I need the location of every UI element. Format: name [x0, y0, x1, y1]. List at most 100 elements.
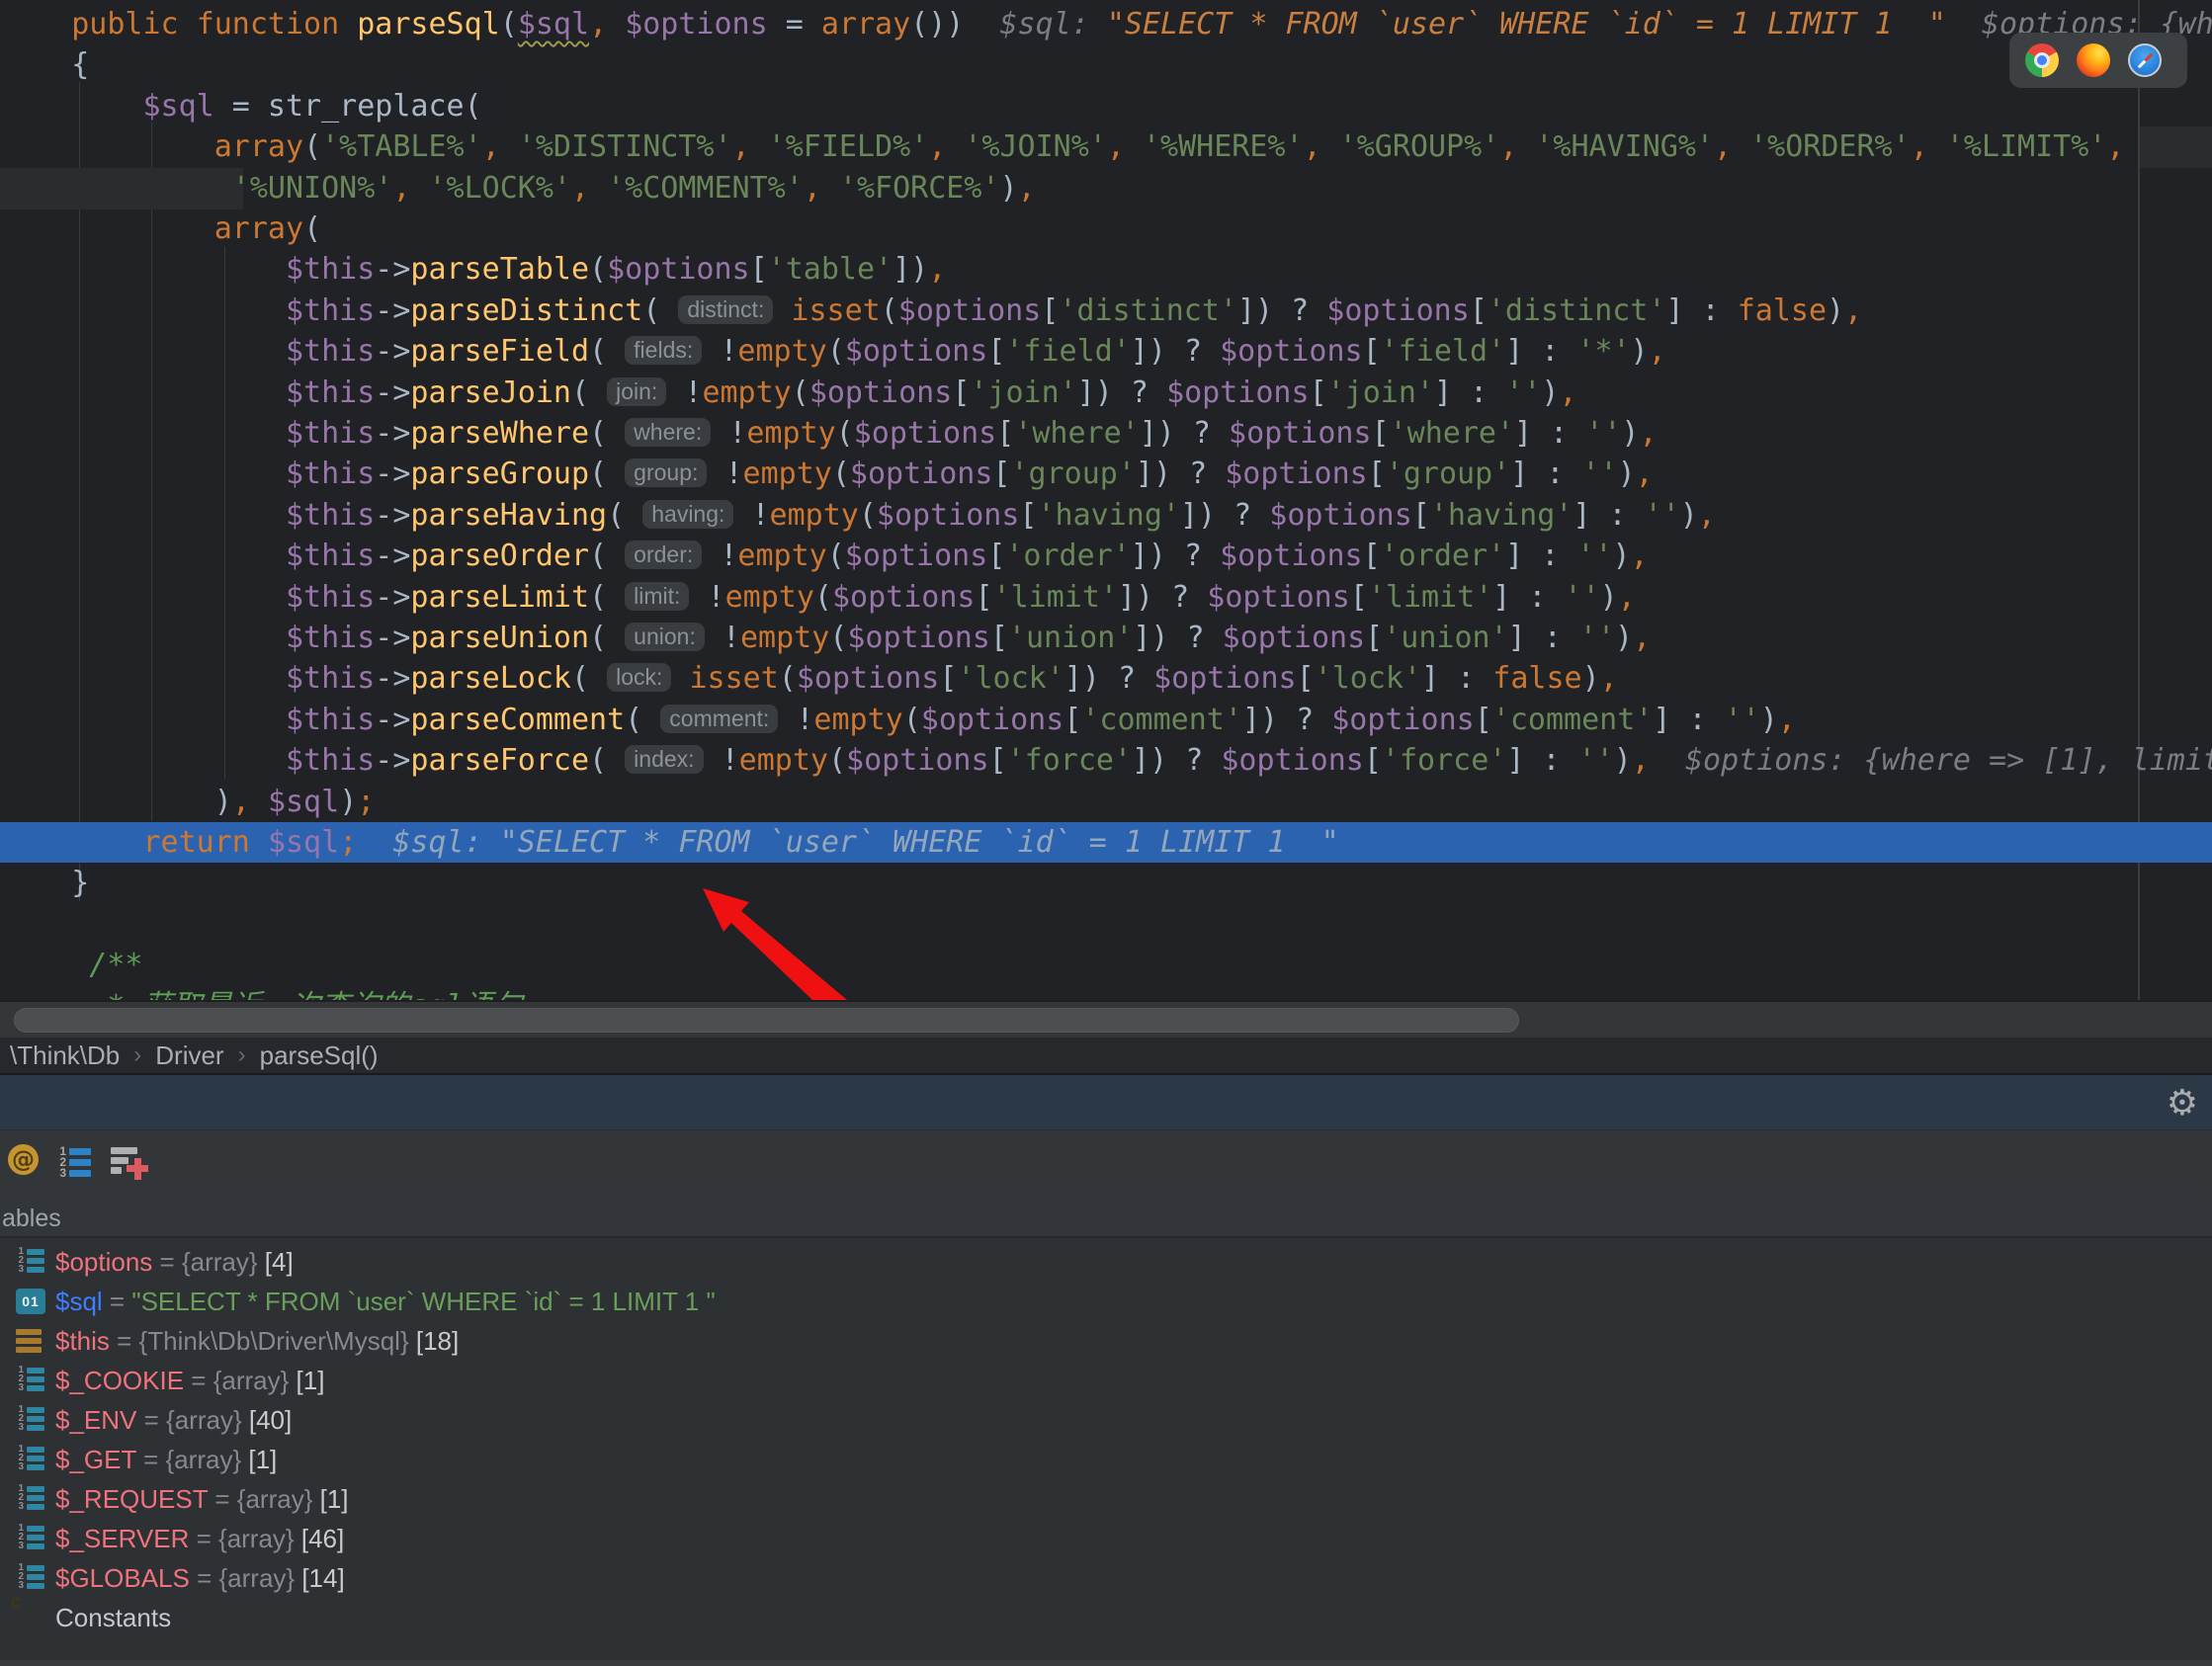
expand-chevron-icon[interactable]: ▸ — [0, 1558, 1, 1598]
code-line: $this->parseUnion( union: !empty($option… — [0, 618, 2212, 658]
code-line: '%UNION%', '%LOCK%', '%COMMENT%', '%FORC… — [0, 168, 2212, 208]
execution-line: return $sql; $sql: "SELECT * FROM `user`… — [0, 822, 2212, 863]
variable-name: $sql — [55, 1287, 103, 1316]
evaluate-at-icon[interactable]: @ — [8, 1144, 39, 1175]
tab-row: ables — [0, 1201, 2212, 1238]
array-type-icon: 123 — [16, 1524, 47, 1553]
parameter-name-hint: where: — [625, 418, 711, 447]
debugger-toolbar: @ 123 — [0, 1129, 2212, 1201]
code-line: $this->parseDistinct( distinct: isset($o… — [0, 291, 2212, 331]
code-line: array( — [0, 208, 2212, 249]
code-line: /** — [0, 945, 2212, 985]
code-line: $this->parseTable($options['table']), — [0, 249, 2212, 290]
horizontal-scrollbar[interactable] — [0, 1000, 2212, 1038]
code-line: { — [0, 44, 2212, 85]
variable-count: [40] — [249, 1405, 292, 1435]
code-line: $this->parseLimit( limit: !empty($option… — [0, 577, 2212, 618]
variable-count: [1] — [248, 1445, 277, 1474]
variable-name: $options — [55, 1247, 152, 1277]
variable-count: [14] — [301, 1563, 344, 1593]
variable-row[interactable]: ▸123$options = {array} [4] — [0, 1242, 2212, 1282]
settings-gear-icon[interactable]: ⚙ — [2167, 1075, 2198, 1129]
variable-text: $_COOKIE = {array} [1] — [55, 1361, 324, 1400]
expand-chevron-icon[interactable]: ▸ — [0, 1400, 1, 1440]
expand-chevron-icon[interactable]: ▸ — [0, 1440, 1, 1479]
array-type-icon: 123 — [16, 1247, 47, 1277]
variable-text: Constants — [55, 1598, 171, 1637]
variable-row[interactable]: ▸ 123 $_GET = {array} [1] — [0, 1440, 2212, 1479]
variable-name: $_GET — [55, 1445, 136, 1474]
breadcrumb-item[interactable]: Driver — [155, 1041, 223, 1071]
parameter-name-hint: limit: — [625, 582, 689, 611]
firefox-icon[interactable] — [2077, 43, 2110, 77]
variable-count: [1] — [297, 1366, 325, 1395]
variable-row[interactable]: ▸123$GLOBALS = {array} [14] — [0, 1558, 2212, 1598]
code-line: $this->parseField( fields: !empty($optio… — [0, 331, 2212, 372]
array-type-icon: 123 — [16, 1405, 47, 1435]
parameter-name-hint: union: — [625, 623, 705, 651]
variable-count: [1] — [320, 1484, 349, 1514]
parameter-name-hint: lock: — [607, 663, 671, 692]
code-line: $sql = str_replace( — [0, 86, 2212, 126]
code-line: ), $sql); — [0, 782, 2212, 822]
code-editor[interactable]: public function parseSql($sql, $options … — [0, 0, 2212, 1000]
array-type-icon: 123 — [16, 1445, 47, 1474]
variable-text: $sql = "SELECT * FROM `user` WHERE `id` … — [55, 1282, 716, 1321]
variable-count: [4] — [265, 1247, 294, 1277]
safari-icon[interactable] — [2128, 43, 2162, 77]
variable-count: [18] — [416, 1326, 459, 1356]
code-line: public function parseSql($sql, $options … — [0, 4, 2212, 44]
expand-chevron-icon[interactable]: ▸ — [0, 1519, 1, 1558]
expand-chevron-icon[interactable]: ▸ — [0, 1321, 1, 1361]
code-line: $this->parseWhere( where: !empty($option… — [0, 413, 2212, 454]
breadcrumb: \Think\Db›Driver›parseSql() — [0, 1038, 2212, 1073]
parameter-name-hint: fields: — [625, 336, 702, 365]
variable-row[interactable]: ▸ $this = {Think\Db\Driver\Mysql} [18] — [0, 1321, 2212, 1361]
variable-row[interactable]: ▸CConstants — [0, 1598, 2212, 1637]
array-type-icon: 123 — [16, 1484, 47, 1514]
code-line: $this->parseHaving( having: !empty($opti… — [0, 495, 2212, 536]
code-area: public function parseSql($sql, $options … — [0, 0, 2212, 1000]
array-type-icon: 123 — [16, 1563, 47, 1593]
variable-name: $_REQUEST — [55, 1484, 208, 1514]
code-line: $this->parseGroup( group: !empty($option… — [0, 454, 2212, 494]
variable-row[interactable]: ▸123$_ENV = {array} [40] — [0, 1400, 2212, 1440]
variable-text: $_GET = {array} [1] — [55, 1440, 277, 1479]
variables-panel: ▸123$options = {array} [4]01$sql = "SELE… — [0, 1238, 2212, 1660]
variable-row[interactable]: ▸ 123 $_SERVER = {array} [46] — [0, 1519, 2212, 1558]
variable-name: $_COOKIE — [55, 1366, 184, 1395]
numbered-list-icon[interactable]: 123 — [56, 1147, 91, 1177]
variable-text: $this = {Think\Db\Driver\Mysql} [18] — [55, 1321, 459, 1361]
code-line: $this->parseOrder( order: !empty($option… — [0, 536, 2212, 576]
variable-row[interactable]: ▸ 123 $_REQUEST = {array} [1] — [0, 1479, 2212, 1519]
parameter-name-hint: distinct: — [678, 295, 773, 324]
breadcrumb-separator-icon: › — [238, 1041, 246, 1069]
code-line: $this->parseForce( index: !empty($option… — [0, 740, 2212, 781]
status-bar-edge — [0, 1660, 2212, 1666]
variable-text: $_REQUEST = {array} [1] — [55, 1479, 349, 1519]
variables-tab-label[interactable]: ables — [0, 1205, 61, 1233]
expand-chevron-icon[interactable]: ▸ — [0, 1598, 1, 1637]
variable-row[interactable]: 01$sql = "SELECT * FROM `user` WHERE `id… — [0, 1282, 2212, 1321]
variable-row[interactable]: ▸123$_COOKIE = {array} [1] — [0, 1361, 2212, 1400]
chrome-icon[interactable] — [2025, 43, 2059, 77]
breadcrumb-item[interactable]: parseSql() — [260, 1041, 379, 1071]
code-line — [0, 904, 2212, 945]
expand-chevron-icon[interactable]: ▸ — [0, 1242, 1, 1282]
variable-text: $_SERVER = {array} [46] — [55, 1519, 344, 1558]
parameter-name-hint: comment: — [660, 705, 778, 733]
breadcrumb-item[interactable]: \Think\Db — [10, 1041, 120, 1071]
variable-value: "SELECT * FROM `user` WHERE `id` = 1 LIM… — [131, 1287, 715, 1316]
variable-name: $_ENV — [55, 1405, 136, 1435]
code-line: } — [0, 863, 2212, 903]
variable-name: $_SERVER — [55, 1524, 189, 1553]
expand-chevron-icon[interactable]: ▸ — [0, 1479, 1, 1519]
variable-name: $this — [55, 1326, 110, 1356]
expand-chevron-icon[interactable]: ▸ — [0, 1361, 1, 1400]
scrollbar-thumb[interactable] — [14, 1008, 1519, 1033]
parameter-name-hint: order: — [625, 541, 702, 569]
debug-header-bar: ⚙ — [0, 1073, 2212, 1129]
variable-count: [46] — [301, 1524, 344, 1553]
add-watch-icon[interactable] — [111, 1146, 150, 1182]
parameter-name-hint: group: — [625, 458, 707, 487]
